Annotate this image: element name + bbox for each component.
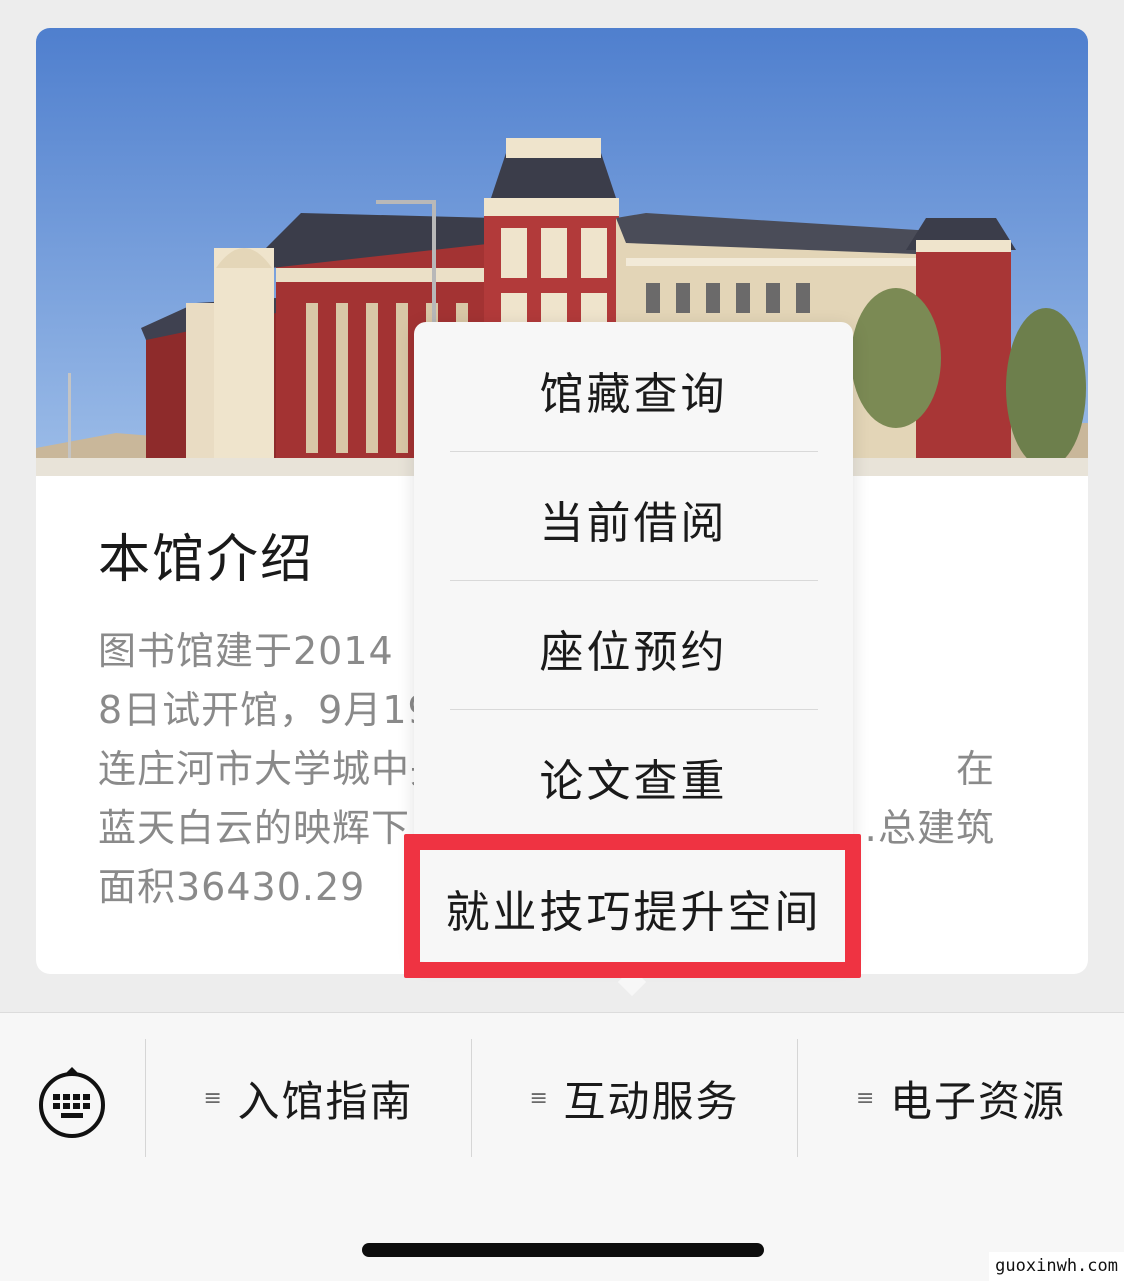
home-indicator[interactable] bbox=[362, 1243, 764, 1257]
tab-label: 入馆指南 bbox=[237, 1076, 414, 1126]
menu-divider bbox=[450, 580, 818, 581]
menu-icon: ≡ bbox=[529, 1085, 548, 1111]
menu-icon: ≡ bbox=[203, 1085, 222, 1111]
tab-entry-guide[interactable]: ≡ 入馆指南 bbox=[146, 1053, 471, 1143]
tab-e-resources[interactable]: ≡ 电子资源 bbox=[798, 1053, 1124, 1143]
tab-label: 互动服务 bbox=[563, 1076, 740, 1126]
highlight-annotation bbox=[404, 834, 861, 978]
menu-item-seat-reservation[interactable]: 座位预约 bbox=[414, 584, 853, 712]
menu-divider bbox=[450, 709, 818, 710]
menu-divider bbox=[450, 451, 818, 452]
tab-label: 电子资源 bbox=[889, 1076, 1066, 1126]
keyboard-icon[interactable] bbox=[36, 1067, 108, 1139]
menu-item-current-borrowing[interactable]: 当前借阅 bbox=[414, 455, 853, 583]
menu-item-collection-search[interactable]: 馆藏查询 bbox=[414, 326, 853, 454]
bottom-menu-bar: ≡ 入馆指南 ≡ 互动服务 ≡ 电子资源 bbox=[0, 1012, 1124, 1281]
watermark: guoxinwh.com bbox=[989, 1252, 1124, 1281]
menu-item-plagiarism-check[interactable]: 论文查重 bbox=[414, 713, 853, 841]
tab-interactive-services[interactable]: ≡ 互动服务 bbox=[472, 1053, 797, 1143]
app-screen: 本馆介绍 图书馆建于2014 8日试开馆，9月19日正式 连庄河市大学城中央，图… bbox=[0, 0, 1124, 1281]
menu-icon: ≡ bbox=[855, 1085, 875, 1111]
